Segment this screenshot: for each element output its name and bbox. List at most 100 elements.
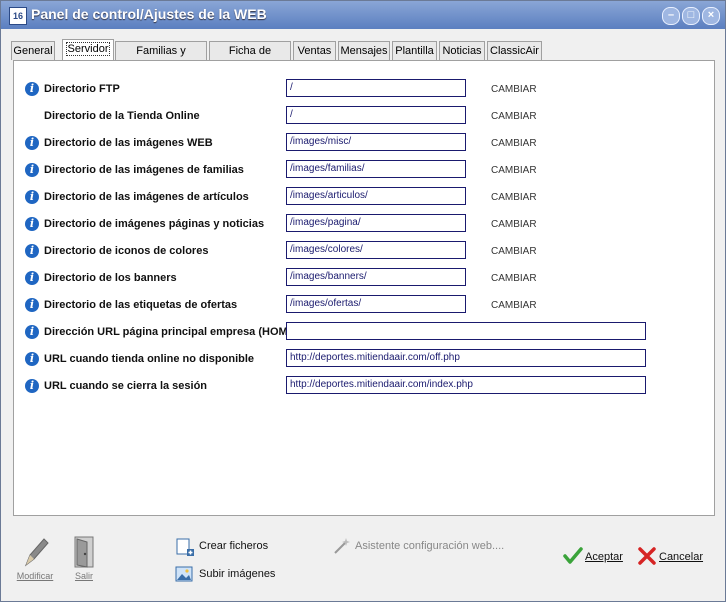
cambiar-button[interactable]: CAMBIAR [491,246,537,257]
settings-row: i Directorio de las imágenes de artículo… [14,187,714,209]
setting-label: Directorio de la Tienda Online [44,110,200,122]
tab-general[interactable]: General [11,41,55,60]
tab-ficha-de-articulo[interactable]: Ficha de artículo [209,41,291,75]
tab-noticias[interactable]: Noticias [439,41,485,60]
cambiar-button[interactable]: CAMBIAR [491,192,537,203]
create-files-button[interactable]: Crear ficheros [175,535,285,557]
tab-label: Noticias [442,45,482,57]
info-icon[interactable]: i [25,352,39,366]
setting-label: URL cuando se cierra la sesión [44,380,208,392]
app-icon: 16 [9,7,27,25]
title-bar[interactable]: 16 Panel de control/Ajustes de la WEB – … [1,1,725,29]
cambiar-button[interactable]: CAMBIAR [491,111,537,122]
info-icon[interactable]: i [25,82,39,96]
setting-label: Dirección URL página principal empresa (… [44,326,299,338]
cambiar-button[interactable]: CAMBIAR [491,165,537,176]
accept-label: Aceptar [585,551,623,563]
setting-input[interactable]: /images/colores/ [286,241,466,259]
setting-input[interactable]: /images/misc/ [286,133,466,151]
setting-input[interactable]: http://deportes.mitiendaair.com/index.ph… [286,376,646,394]
tab-ventas[interactable]: Ventas [293,41,336,60]
cambiar-button[interactable]: CAMBIAR [491,84,537,95]
server-settings-panel: i Directorio FTP / CAMBIAR Directorio de… [13,60,715,516]
magic-wand-icon [334,538,350,554]
close-button[interactable]: × [702,7,720,25]
setting-label: Directorio de las imágenes WEB [44,137,213,149]
accept-button[interactable]: Aceptar [563,547,627,569]
tab-label: Plantilla [395,45,434,57]
minimize-button[interactable]: – [662,7,680,25]
maximize-button[interactable]: □ [682,7,700,25]
upload-images-label: Subir imágenes [199,568,276,580]
info-icon[interactable]: i [25,271,39,285]
cancel-x-icon [638,547,656,565]
setting-input[interactable]: /images/pagina/ [286,214,466,232]
settings-row: i URL cuando se cierra la sesión http://… [14,376,714,398]
settings-row: i Directorio de las imágenes de familias… [14,160,714,182]
setting-input[interactable]: /images/articulos/ [286,187,466,205]
settings-row: i Dirección URL página principal empresa… [14,322,714,344]
modify-button[interactable]: Modificar [15,535,55,581]
cancel-label: Cancelar [659,551,704,563]
setting-label: Directorio de iconos de colores [44,245,209,257]
info-icon[interactable]: i [25,190,39,204]
cancel-button[interactable]: Cancelar [637,547,707,569]
info-icon[interactable]: i [25,163,39,177]
cambiar-button[interactable]: CAMBIAR [491,273,537,284]
tab-label: Ventas [297,45,332,57]
cambiar-button[interactable]: CAMBIAR [491,219,537,230]
tab-familias-y-articulos[interactable]: Familias y artículos [115,41,207,75]
exit-button[interactable]: Salir [67,535,101,581]
tab-label: General [13,45,53,57]
setting-label: Directorio de imágenes páginas y noticia… [44,218,265,230]
tab-label: ClassicAir [490,45,539,57]
wizard-label: Asistente configuración web.... [355,540,505,552]
setting-label: Directorio de las etiquetas de ofertas [44,299,238,311]
info-icon[interactable]: i [25,244,39,258]
info-icon[interactable]: i [25,298,39,312]
tab-label: Mensajes [340,45,388,57]
settings-row: Directorio de la Tienda Online / CAMBIAR [14,106,714,128]
setting-input[interactable]: /images/ofertas/ [286,295,466,313]
checkmark-icon [563,547,583,564]
door-icon [74,536,94,568]
info-icon[interactable]: i [25,217,39,231]
setting-label: URL cuando tienda online no disponible [44,353,255,365]
tab-classicair[interactable]: ClassicAir [487,41,542,60]
settings-row: i Directorio FTP / CAMBIAR [14,79,714,101]
setting-input[interactable]: /images/familias/ [286,160,466,178]
modify-label: Modificar [16,571,54,581]
settings-row: i Directorio de los banners /images/bann… [14,268,714,290]
wizard-button[interactable]: Asistente configuración web.... [333,537,513,559]
tab-mensajes[interactable]: Mensajes [338,41,390,60]
upload-images-button[interactable]: Subir imágenes [175,563,285,585]
setting-label: Directorio de las imágenes de familias [44,164,244,176]
setting-label: Directorio de los banners [44,272,177,284]
pencil-icon [24,538,49,567]
settings-window: 16 Panel de control/Ajustes de la WEB – … [0,0,726,602]
settings-row: i Directorio de las imágenes WEB /images… [14,133,714,155]
image-upload-icon [175,566,193,582]
setting-label: Directorio FTP [44,83,120,95]
setting-input[interactable]: http://deportes.mitiendaair.com/off.php [286,349,646,367]
tab-servidor[interactable]: Servidor [62,39,114,61]
cambiar-button[interactable]: CAMBIAR [491,138,537,149]
settings-row: i Directorio de iconos de colores /image… [14,241,714,263]
exit-label: Salir [74,571,93,581]
new-file-icon [176,538,194,556]
bottom-toolbar: Modificar Salir Crear ficheros Subir imá… [1,521,725,601]
setting-input[interactable] [286,322,646,340]
settings-row: i URL cuando tienda online no disponible… [14,349,714,371]
info-icon[interactable]: i [25,325,39,339]
info-icon[interactable]: i [25,379,39,393]
window-title: Panel de control/Ajustes de la WEB [31,6,267,22]
tab-plantilla[interactable]: Plantilla [392,41,437,60]
cambiar-button[interactable]: CAMBIAR [491,300,537,311]
setting-input[interactable]: /images/banners/ [286,268,466,286]
setting-label: Directorio de las imágenes de artículos [44,191,249,203]
setting-input[interactable]: / [286,106,466,124]
info-icon[interactable]: i [25,136,39,150]
setting-input[interactable]: / [286,79,466,97]
settings-row: i Directorio de las etiquetas de ofertas… [14,295,714,317]
settings-row: i Directorio de imágenes páginas y notic… [14,214,714,236]
